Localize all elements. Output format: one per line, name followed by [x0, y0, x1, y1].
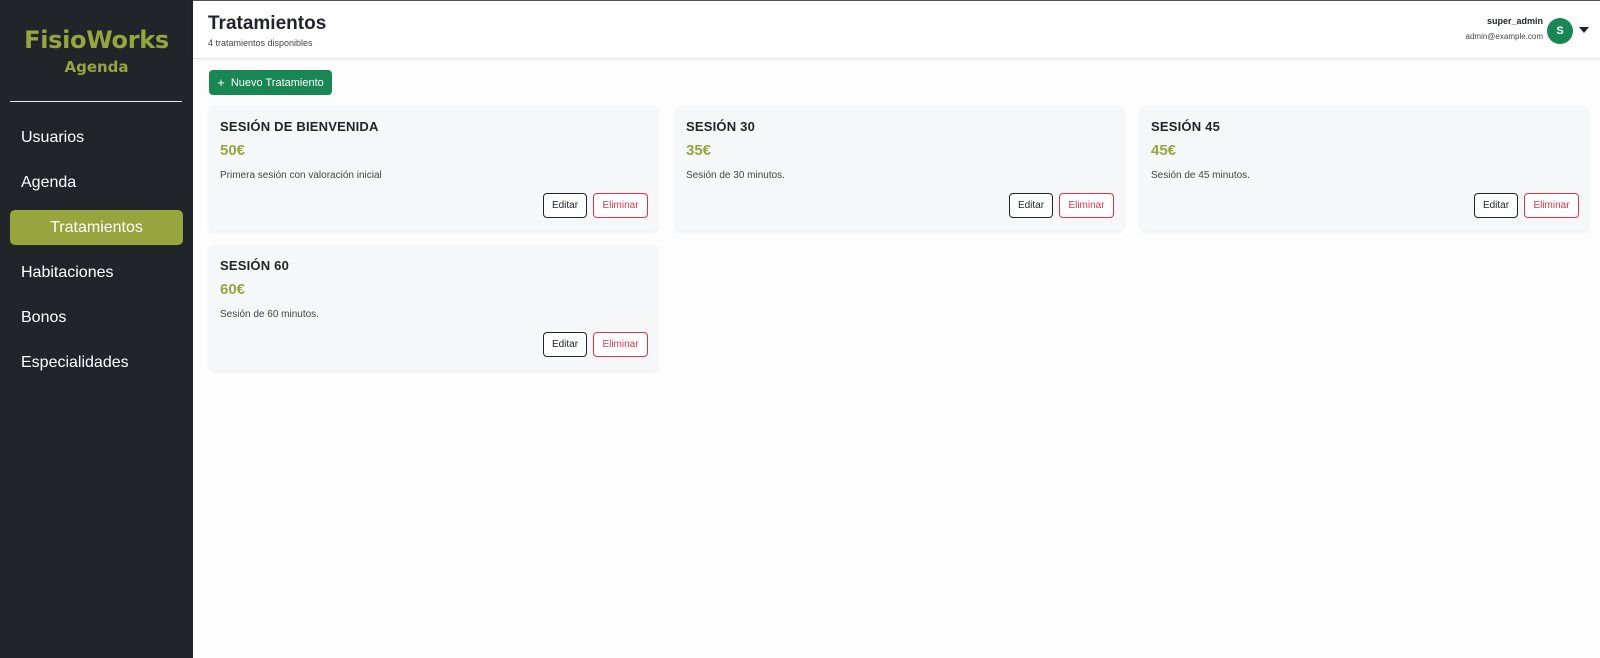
edit-button[interactable]: Editar [1009, 193, 1053, 218]
treatment-card: SESIÓN 30 35€ Sesión de 30 minutos. Edit… [675, 106, 1124, 231]
treatment-card: SESIÓN 60 60€ Sesión de 60 minutos. Edit… [209, 245, 658, 371]
caret-down-icon[interactable] [1579, 27, 1589, 33]
delete-button[interactable]: Eliminar [593, 332, 648, 357]
treatment-title: SESIÓN 30 [686, 119, 755, 134]
user-info[interactable]: super_admin admin@example.com [1466, 16, 1543, 41]
treatment-price: 45€ [1151, 142, 1177, 159]
treatment-description: Sesión de 45 minutos. [1151, 170, 1250, 181]
page-title: Tratamientos [208, 13, 327, 34]
sidebar-item-tratamientos[interactable]: Tratamientos [10, 210, 183, 245]
edit-button[interactable]: Editar [543, 332, 587, 357]
delete-button[interactable]: Eliminar [1059, 193, 1114, 218]
treatment-price: 35€ [686, 142, 712, 159]
new-treatment-label: Nuevo Tratamiento [230, 76, 324, 89]
sidebar-item-usuarios[interactable]: Usuarios [10, 120, 183, 155]
brand-name: FisioWorks [24, 26, 169, 54]
treatment-price: 50€ [220, 142, 246, 159]
treatment-title: SESIÓN 60 [220, 258, 289, 273]
plus-icon: + [217, 75, 225, 90]
brand: FisioWorks Agenda [0, 0, 193, 76]
new-treatment-button[interactable]: + Nuevo Tratamiento [209, 70, 332, 95]
sidebar-item-habitaciones[interactable]: Habitaciones [10, 255, 183, 290]
sidebar-item-agenda[interactable]: Agenda [10, 165, 183, 200]
treatment-card: SESIÓN DE BIENVENIDA 50€ Primera sesión … [209, 106, 658, 231]
treatment-description: Sesión de 30 minutos. [686, 170, 785, 181]
top-header: Tratamientos 4 tratamientos disponibles … [193, 0, 1600, 59]
edit-button[interactable]: Editar [1474, 193, 1518, 218]
treatment-description: Primera sesión con valoración inicial [220, 170, 382, 181]
edit-button[interactable]: Editar [543, 193, 587, 218]
brand-subtitle: Agenda [64, 58, 129, 76]
avatar[interactable]: S [1547, 18, 1573, 44]
sidebar-nav: Usuarios Agenda Tratamientos Habitacione… [0, 120, 193, 390]
sidebar-divider [10, 101, 182, 102]
treatment-title: SESIÓN DE BIENVENIDA [220, 119, 379, 134]
treatment-price: 60€ [220, 281, 246, 298]
sidebar: FisioWorks Agenda Usuarios Agenda Tratam… [0, 0, 193, 658]
treatment-title: SESIÓN 45 [1151, 119, 1220, 134]
sidebar-item-bonos[interactable]: Bonos [10, 300, 183, 335]
sidebar-item-especialidades[interactable]: Especialidades [10, 345, 183, 380]
user-email: admin@example.com [1465, 32, 1543, 41]
treatment-description: Sesión de 60 minutos. [220, 309, 319, 320]
treatment-card: SESIÓN 45 45€ Sesión de 45 minutos. Edit… [1140, 106, 1589, 231]
delete-button[interactable]: Eliminar [1524, 193, 1579, 218]
user-name: super_admin [1486, 16, 1543, 26]
page-subtitle: 4 tratamientos disponibles [208, 38, 313, 48]
delete-button[interactable]: Eliminar [593, 193, 648, 218]
